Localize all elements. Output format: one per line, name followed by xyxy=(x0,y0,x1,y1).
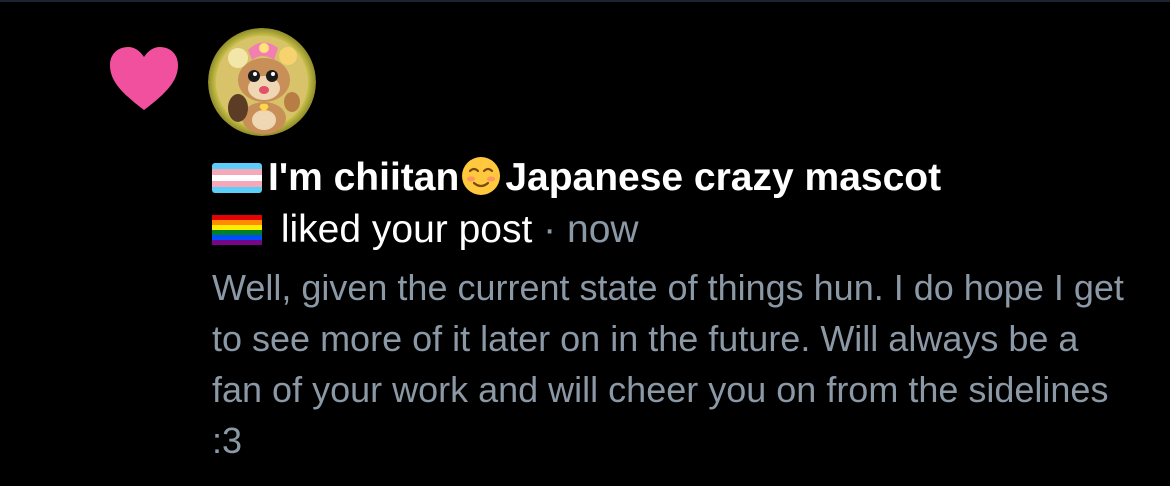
top-divider xyxy=(0,0,1170,2)
user-name-part2[interactable]: Japanese crazy mascot xyxy=(505,156,941,199)
user-avatar[interactable] xyxy=(208,28,316,136)
separator-dot: · xyxy=(543,208,557,251)
user-name-part1[interactable]: I'm chiitan xyxy=(268,156,459,199)
smiling-face-emoji xyxy=(462,157,501,195)
action-text: liked your post xyxy=(280,208,533,251)
rainbow-flag-emoji xyxy=(212,215,262,245)
heart-icon xyxy=(110,47,178,110)
user-name-line[interactable]: I'm chiitan Japanese crazy mascot xyxy=(212,152,1152,204)
post-message[interactable]: Well, given the current state of things … xyxy=(212,262,1132,466)
transgender-flag-emoji xyxy=(212,163,262,193)
notification-content: I'm chiitan Japanese crazy mascot liked … xyxy=(212,152,1152,466)
action-line: liked your post · now xyxy=(212,204,1152,256)
timestamp: now xyxy=(567,208,639,251)
avatar-image xyxy=(208,28,316,136)
